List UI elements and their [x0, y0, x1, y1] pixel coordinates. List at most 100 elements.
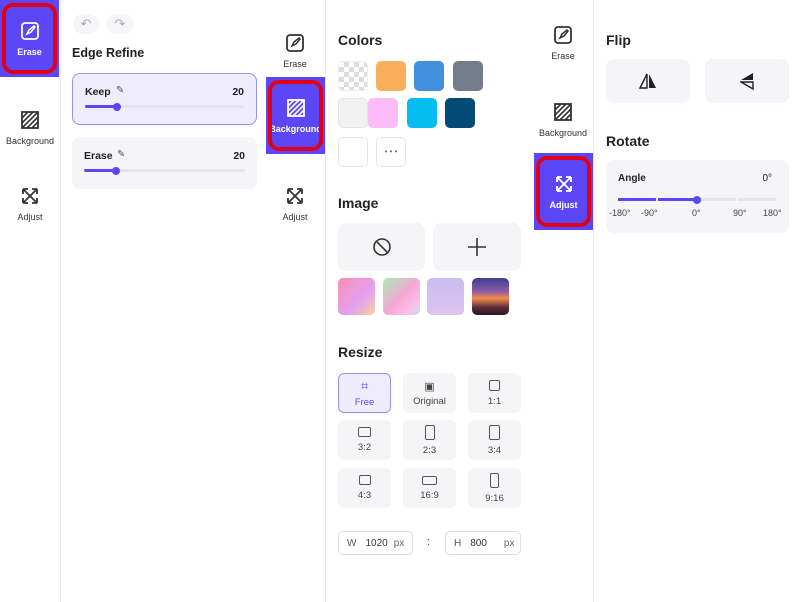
keep-card[interactable]: Keep ✎ 20 — [72, 73, 257, 125]
background-icon — [286, 98, 306, 118]
size-separator: : — [427, 536, 431, 548]
swatch-light-gray[interactable] — [338, 98, 368, 128]
background-icon — [553, 102, 573, 122]
nav-adjust-button[interactable]: Adjust — [0, 166, 60, 242]
erase-slider[interactable] — [84, 166, 245, 175]
rotate-card: Angle 0° -180° -90° 0° 90° 180° — [606, 160, 789, 233]
resize-option[interactable]: 1:1 — [468, 373, 521, 413]
adjust-icon — [285, 186, 305, 206]
swatch-cyan[interactable] — [407, 98, 437, 128]
nav-label: Erase — [17, 46, 42, 57]
resize-option[interactable]: ⌗ Free — [338, 373, 391, 413]
brush-plus-icon: ✎ — [116, 85, 125, 96]
resize-label: 3:2 — [357, 442, 372, 453]
swatch-white[interactable] — [338, 137, 368, 167]
width-input[interactable]: W 1020 px — [338, 531, 413, 555]
keep-label: Keep — [85, 86, 111, 98]
resize-option[interactable]: 3:4 — [468, 420, 521, 460]
angle-tick-label: 180° — [763, 208, 782, 218]
resize-option[interactable]: 4:3 — [338, 468, 391, 508]
slider-knob[interactable] — [112, 102, 121, 111]
nav-adjust-button[interactable]: Adjust — [265, 166, 325, 242]
angle-label: Angle — [618, 173, 646, 184]
flip-horizontal-icon — [639, 73, 656, 89]
image-icon: ▣ — [424, 380, 435, 393]
width-unit: px — [393, 537, 405, 549]
slider-knob[interactable] — [112, 166, 121, 175]
redo-icon: ↷ — [114, 16, 126, 31]
swatch-orange[interactable] — [376, 61, 406, 91]
resize-label: 3:4 — [487, 444, 502, 456]
plus-icon — [468, 238, 486, 256]
erase-icon — [20, 21, 40, 41]
resize-option[interactable]: 16:9 — [403, 468, 456, 508]
height-value[interactable]: 800 — [470, 538, 487, 549]
angle-slider[interactable] — [618, 195, 776, 204]
keep-value: 20 — [232, 86, 244, 98]
swatch-gray[interactable] — [453, 61, 483, 91]
none-icon — [372, 238, 391, 256]
adjust-icon — [554, 174, 574, 194]
nav-background-button[interactable]: Background — [0, 90, 60, 166]
edge-refine-title: Edge Refine — [72, 46, 145, 60]
divider — [325, 0, 326, 602]
swatch-blue[interactable] — [414, 61, 444, 91]
image-thumb-gradient-pink[interactable] — [338, 278, 375, 315]
angle-tick-label: 0° — [692, 208, 701, 218]
nav-erase-button[interactable]: Erase — [0, 0, 59, 77]
resize-label: 9:16 — [485, 492, 504, 504]
divider — [60, 0, 61, 602]
resize-label: 1:1 — [487, 395, 502, 407]
erase-card[interactable]: Erase ✎ 20 — [72, 137, 257, 189]
swatch-navy[interactable] — [445, 98, 475, 128]
flip-vertical-button[interactable] — [705, 59, 789, 103]
height-unit: px — [503, 537, 515, 549]
divider — [593, 0, 594, 602]
nav-background-button[interactable]: Background — [266, 77, 325, 154]
undo-button[interactable]: ↶ — [73, 14, 99, 34]
crop-icon: ⌗ — [360, 378, 369, 393]
width-value[interactable]: 1020 — [365, 538, 387, 549]
flip-vertical-icon — [740, 73, 754, 90]
aspect-ratio-icon — [422, 475, 437, 485]
swatch-pink[interactable] — [368, 98, 398, 128]
image-thumb-sunset[interactable] — [472, 278, 509, 315]
nav-label: Background — [5, 136, 55, 146]
keep-slider[interactable] — [85, 102, 244, 111]
swatch-transparent[interactable] — [338, 61, 368, 91]
resize-option[interactable]: ▣ Original — [403, 373, 456, 413]
resize-option[interactable]: 9:16 — [468, 468, 521, 508]
image-title: Image — [338, 195, 379, 211]
aspect-ratio-icon — [358, 475, 371, 485]
resize-option[interactable]: 3:2 — [338, 420, 391, 460]
more-colors-button[interactable]: • • • — [376, 137, 406, 167]
aspect-ratio-icon — [489, 424, 500, 440]
nav-adjust-button[interactable]: Adjust — [534, 153, 593, 230]
height-input[interactable]: H 800 px — [445, 531, 521, 555]
aspect-ratio-icon — [489, 379, 500, 391]
resize-label: 4:3 — [357, 490, 372, 501]
nav-label: Background — [538, 128, 588, 138]
erase-icon — [285, 33, 305, 53]
angle-tick-label: -180° — [609, 208, 631, 218]
background-icon — [20, 110, 40, 130]
nav-erase-button[interactable]: Erase — [533, 5, 593, 81]
no-image-button[interactable] — [338, 223, 425, 271]
resize-option[interactable]: 2:3 — [403, 420, 456, 460]
redo-button[interactable]: ↷ — [106, 14, 134, 34]
flip-title: Flip — [606, 32, 631, 48]
slider-knob[interactable] — [693, 195, 701, 204]
erase-icon — [553, 25, 573, 45]
erase-label: Erase — [84, 150, 113, 162]
nav-background-button[interactable]: Background — [533, 82, 593, 158]
flip-horizontal-button[interactable] — [606, 59, 690, 103]
width-prefix: W — [347, 537, 357, 549]
add-image-button[interactable] — [433, 223, 521, 271]
image-thumb-pastel[interactable] — [383, 278, 420, 315]
resize-label: 2:3 — [422, 444, 437, 456]
image-thumb-lavender[interactable] — [427, 278, 464, 315]
nav-label: Adjust — [17, 212, 43, 222]
resize-title: Resize — [338, 344, 383, 360]
erase-value: 20 — [233, 150, 245, 162]
nav-label: Adjust — [549, 199, 578, 210]
